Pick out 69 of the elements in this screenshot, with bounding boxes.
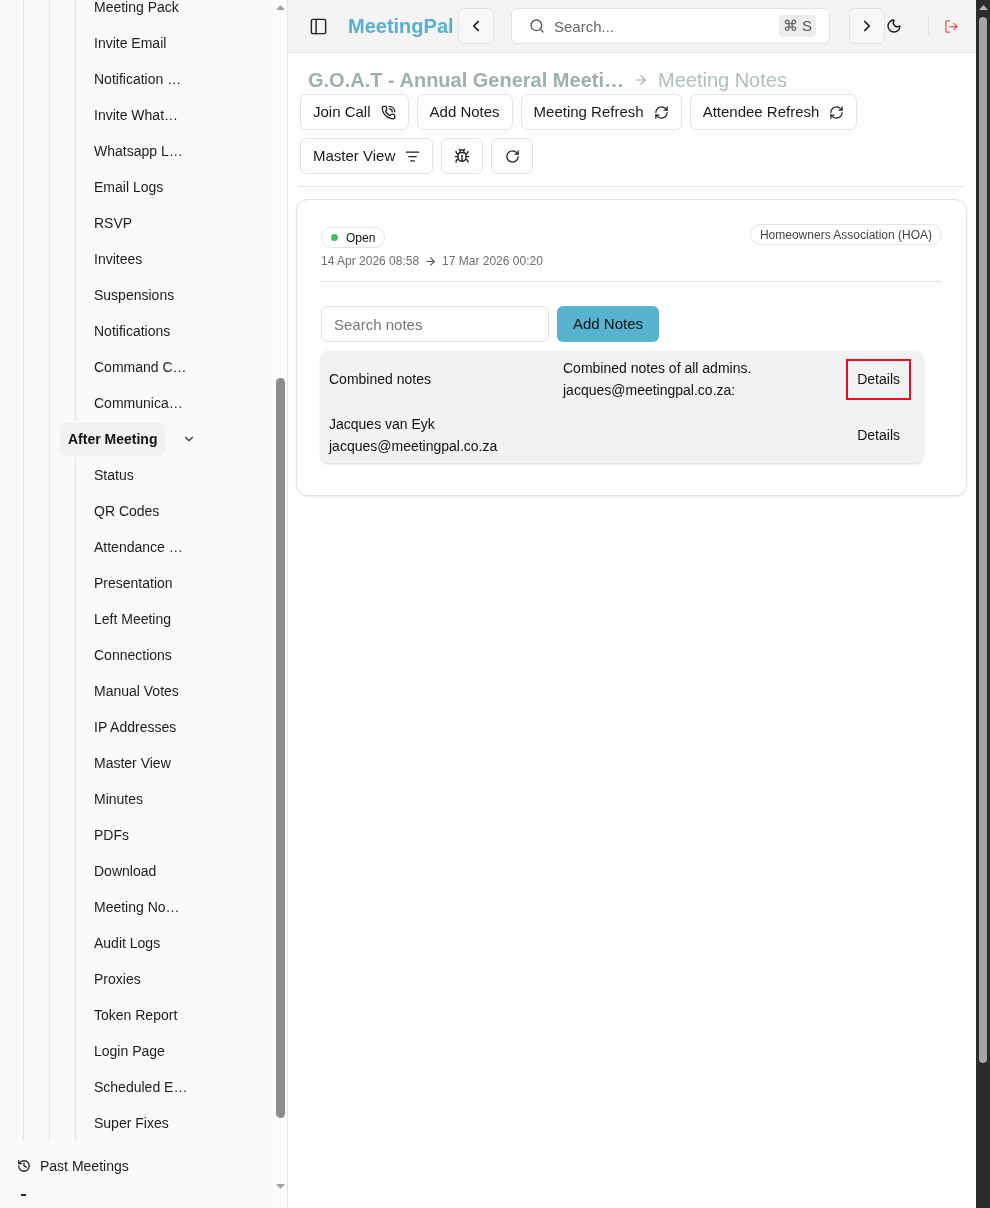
notes-search-field[interactable]: Search notes xyxy=(321,306,549,342)
logout-icon[interactable] xyxy=(944,18,959,34)
sidebar-item[interactable]: RSVP xyxy=(94,212,133,234)
table-cell-text: Combined notes of all admins. jacques@meetingpal.co.za: xyxy=(563,359,753,400)
toolbar-button[interactable]: Add Notes xyxy=(416,94,513,130)
sidebar-item[interactable]: Meeting Pack xyxy=(94,0,179,18)
end-date: 17 Mar 2026 00:20 xyxy=(442,253,543,269)
breadcrumb-current: Meeting Notes xyxy=(657,68,787,93)
sidebar-item[interactable]: PDFs xyxy=(94,824,129,846)
app-name: MeetingPal xyxy=(348,14,455,39)
sidebar-item[interactable]: Super Fixes xyxy=(94,1112,169,1134)
bug-icon xyxy=(454,148,471,164)
details-button[interactable]: Details xyxy=(846,414,911,456)
sidebar-item[interactable]: Communica… xyxy=(94,392,183,414)
status-label: Open xyxy=(346,229,376,247)
history-icon[interactable] xyxy=(17,1159,31,1173)
sidebar-item[interactable]: Login Page xyxy=(94,1040,165,1062)
sidebar-item[interactable]: Command C… xyxy=(94,356,187,378)
sidebar-item[interactable]: Download xyxy=(94,860,157,882)
sidebar-item[interactable]: Minutes xyxy=(94,788,144,810)
sidebar-item[interactable]: Attendance … xyxy=(94,536,183,558)
sidebar-item[interactable]: Connections xyxy=(94,644,172,666)
sidebar-item[interactable]: QR Codes xyxy=(94,500,160,522)
refresh-icon xyxy=(829,104,845,120)
details-button[interactable]: Details xyxy=(846,358,911,400)
sidebar-item[interactable]: Whatsapp L… xyxy=(94,140,183,162)
sidebar-item[interactable]: Email Logs xyxy=(94,176,164,198)
sidebar-item[interactable]: Invitees xyxy=(94,248,143,270)
sidebar-item[interactable]: Token Report xyxy=(94,1004,178,1026)
sidebar-item[interactable]: Status xyxy=(94,464,134,486)
sidebar-item[interactable]: Presentation xyxy=(94,572,173,594)
bug-button[interactable] xyxy=(441,138,484,174)
sidebar-item[interactable]: Meeting No… xyxy=(94,896,180,918)
sidebar-item[interactable]: Suspensions xyxy=(94,284,175,306)
scroll-up-icon[interactable] xyxy=(978,5,988,10)
sidebar-item[interactable]: IP Addresses xyxy=(94,716,177,738)
table-cell-text: Combined notes xyxy=(329,370,432,389)
arrow-right-icon xyxy=(424,254,438,268)
sidebar-item[interactable]: Invite What… xyxy=(94,104,179,126)
sidebar-item[interactable]: Proxies xyxy=(94,968,141,990)
sidebar-group[interactable]: After Meeting xyxy=(60,422,166,456)
reload-icon xyxy=(504,148,520,164)
refresh-icon xyxy=(653,104,669,120)
sidebar-item[interactable]: Left Meeting xyxy=(94,608,172,630)
page-scrollbar[interactable] xyxy=(976,0,990,1208)
table-cell-text: Jacques van Eyk jacques@meetingpal.co.za xyxy=(329,415,499,456)
toolbar-button[interactable]: Meeting Refresh xyxy=(520,94,682,130)
sidebar-item[interactable]: Past Meetings xyxy=(40,1155,129,1177)
list-icon xyxy=(405,148,421,164)
sidebar-toggle-icon[interactable] xyxy=(309,16,328,36)
sidebar-item[interactable]: Notifications xyxy=(94,320,171,342)
sidebar-item[interactable]: Notification … xyxy=(94,68,182,90)
sidebar-item[interactable]: Manual Votes xyxy=(94,680,179,702)
toolbar-button[interactable]: Join Call xyxy=(300,94,409,130)
toolbar-button[interactable]: Attendee Refresh xyxy=(689,94,858,130)
moon-icon[interactable] xyxy=(886,18,902,34)
toolbar-button[interactable]: Master View xyxy=(300,138,434,174)
sidebar-item[interactable]: Scheduled E… xyxy=(94,1076,188,1098)
sidebar-item[interactable]: Audit Logs xyxy=(94,932,161,954)
phone-icon xyxy=(380,104,396,120)
sidebar-item[interactable]: Master View xyxy=(94,752,171,774)
scrollbar-thumb[interactable] xyxy=(275,378,285,1118)
shortcut-key: ⌘ S xyxy=(778,15,816,37)
search-icon xyxy=(529,18,545,34)
start-date: 14 Apr 2026 08:58 xyxy=(321,253,420,269)
sidebar-item[interactable]: Invite Email xyxy=(94,32,167,54)
reload-button[interactable] xyxy=(491,138,534,174)
scrollbar-thumb[interactable] xyxy=(979,17,987,1063)
add-notes-button[interactable]: Add Notes xyxy=(557,306,660,342)
